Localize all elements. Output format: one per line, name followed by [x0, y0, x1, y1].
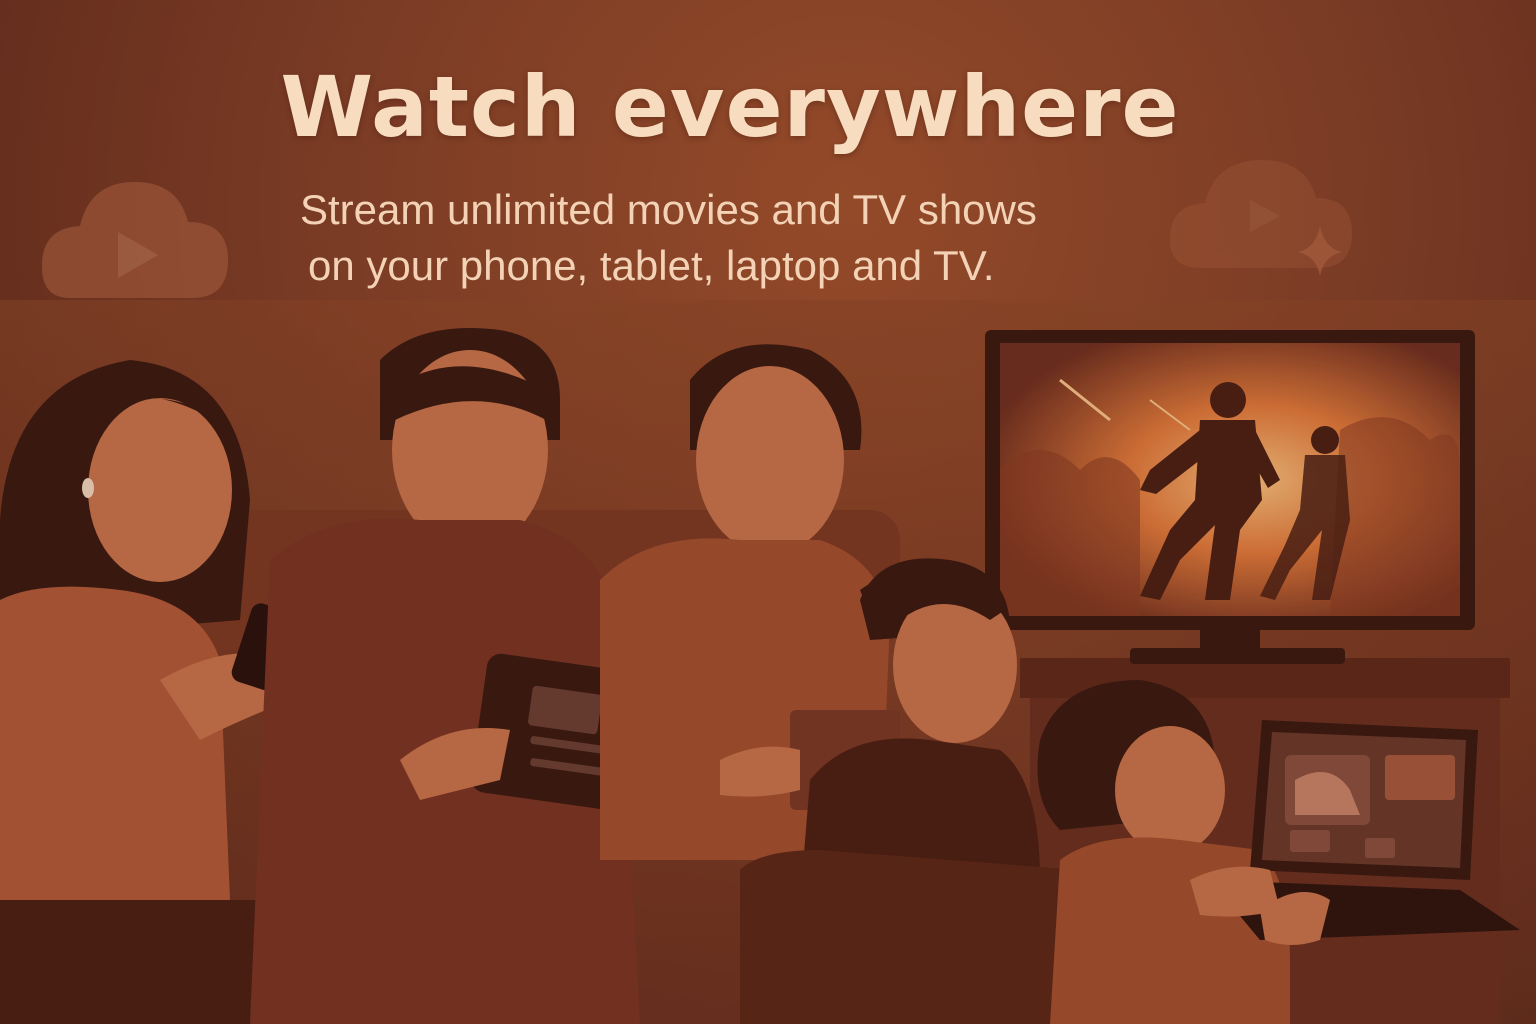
subtitle: Stream unlimited movies and TV shows on …	[300, 182, 1160, 294]
hero-banner: Watch everywhere Stream unlimited movies…	[0, 0, 1536, 1024]
subtitle-line-2: on your phone, tablet, laptop and TV.	[308, 242, 995, 289]
page-title: Watch everywhere	[280, 58, 1180, 156]
subtitle-line-1: Stream unlimited movies and TV shows	[300, 186, 1037, 233]
